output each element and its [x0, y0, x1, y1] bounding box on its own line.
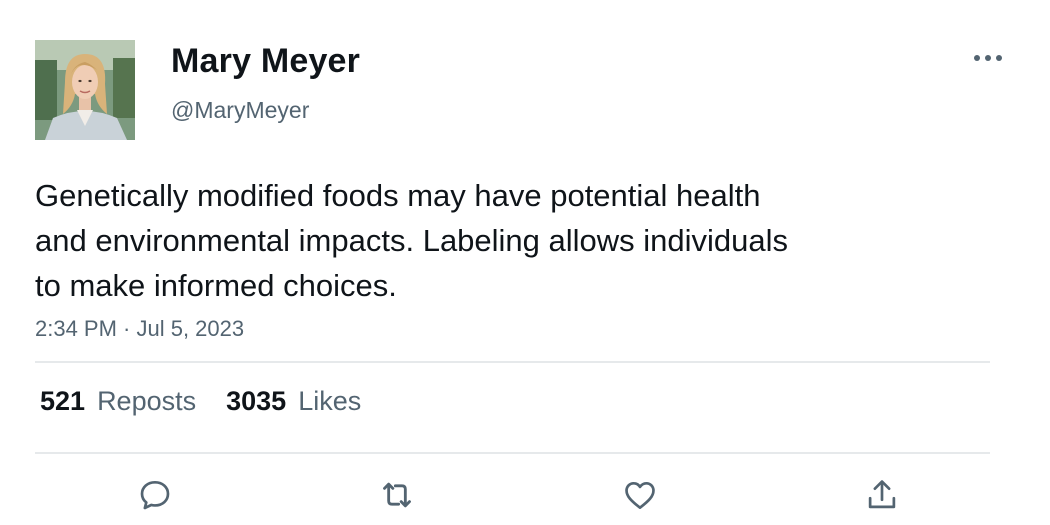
- action-bar: [0, 472, 1050, 522]
- avatar-photo: [35, 40, 135, 140]
- tweet-timestamp[interactable]: 2:34 PM · Jul 5, 2023: [35, 316, 244, 342]
- tweet-text: Genetically modified foods may have pote…: [35, 178, 789, 303]
- share-icon: [868, 480, 896, 509]
- like-button[interactable]: [615, 472, 665, 518]
- avatar[interactable]: [35, 40, 135, 140]
- divider: [35, 361, 990, 363]
- likes-label: Likes: [298, 386, 362, 416]
- share-button[interactable]: [857, 472, 907, 518]
- likes-stat[interactable]: 3035 Likes: [226, 386, 361, 417]
- more-options-button[interactable]: [966, 44, 1010, 72]
- reply-icon: [140, 480, 170, 510]
- repost-icon: [383, 482, 411, 508]
- heart-icon: [625, 481, 655, 510]
- divider: [35, 452, 990, 454]
- reposts-label: Reposts: [97, 386, 197, 416]
- likes-count: 3035: [226, 386, 287, 416]
- reply-button[interactable]: [130, 472, 180, 518]
- tweet-card: Mary Meyer @MaryMeyer Genetically modifi…: [0, 0, 1050, 525]
- reposts-stat[interactable]: 521 Reposts: [40, 386, 196, 417]
- user-handle[interactable]: @MaryMeyer: [171, 97, 309, 124]
- more-horizontal-icon: [974, 55, 1002, 61]
- reposts-count: 521: [40, 386, 86, 416]
- engagement-stats: 521 Reposts 3035 Likes: [40, 386, 361, 417]
- repost-button[interactable]: [372, 472, 422, 518]
- display-name[interactable]: Mary Meyer: [171, 42, 360, 81]
